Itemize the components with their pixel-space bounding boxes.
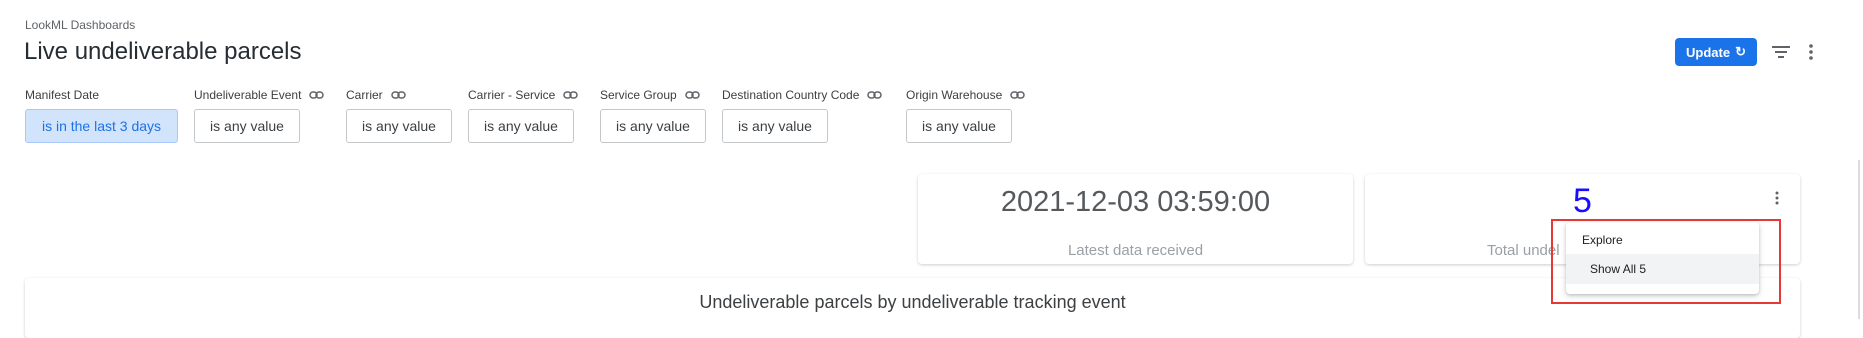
filter-label: Origin Warehouse <box>906 88 1003 102</box>
filter-origin-warehouse: Origin Warehouse is any value <box>906 86 1026 143</box>
filter-value-chip[interactable]: is in the last 3 days <box>25 109 178 143</box>
filter-carrier: Carrier is any value <box>346 86 452 143</box>
link-icon[interactable] <box>1010 90 1026 100</box>
filter-value-chip[interactable]: is any value <box>194 109 300 143</box>
filter-label: Carrier - Service <box>468 88 556 102</box>
filter-value-chip[interactable]: is any value <box>468 109 574 143</box>
filter-label: Undeliverable Event <box>194 88 302 102</box>
link-icon[interactable] <box>867 90 883 100</box>
latest-data-label: Latest data received <box>1067 242 1204 259</box>
tile-more-vert-icon[interactable] <box>1773 190 1781 206</box>
filter-manifest-date: Manifest Date is in the last 3 days <box>25 86 178 143</box>
update-button[interactable]: Update ↻ <box>1675 38 1757 66</box>
menu-header: Explore <box>1582 233 1623 247</box>
filter-value-chip[interactable]: is any value <box>600 109 706 143</box>
latest-data-value: 2021-12-03 03:59:00 <box>1000 186 1271 218</box>
update-label: Update <box>1686 44 1731 60</box>
explore-menu: Explore Show All 5 <box>1566 222 1759 294</box>
scrollbar-edge[interactable] <box>1858 160 1860 319</box>
page-title: Live undeliverable parcels <box>24 38 302 65</box>
link-icon[interactable] <box>563 90 579 100</box>
show-all-menu-item[interactable]: Show All 5 <box>1566 254 1759 284</box>
latest-data-tile: 2021-12-03 03:59:00 Latest data received <box>918 174 1353 264</box>
filter-list-icon[interactable] <box>1772 44 1790 60</box>
filter-label: Service Group <box>600 88 677 102</box>
filter-value-chip[interactable]: is any value <box>906 109 1012 143</box>
breadcrumb[interactable]: LookML Dashboards <box>25 18 135 32</box>
filter-value-chip[interactable]: is any value <box>722 109 828 143</box>
total-undeliverable-value[interactable]: 5 <box>1365 182 1800 221</box>
filter-value-chip[interactable]: is any value <box>346 109 452 143</box>
chart-title: Undeliverable parcels by undeliverable t… <box>699 292 1126 312</box>
filter-destination-country-code: Destination Country Code is any value <box>722 86 883 143</box>
filter-service-group: Service Group is any value <box>600 86 706 143</box>
link-icon[interactable] <box>390 90 406 100</box>
filter-label: Carrier <box>346 88 383 102</box>
more-vert-icon[interactable] <box>1807 43 1815 61</box>
filter-label: Manifest Date <box>25 88 100 102</box>
link-icon[interactable] <box>309 90 325 100</box>
undeliverable-by-event-tile: Undeliverable parcels by undeliverable t… <box>25 278 1800 338</box>
filter-carrier-service: Carrier - Service is any value <box>468 86 579 143</box>
refresh-icon: ↻ <box>1735 44 1746 59</box>
link-icon[interactable] <box>684 90 700 100</box>
filter-undeliverable-event: Undeliverable Event is any value <box>194 86 325 143</box>
filter-label: Destination Country Code <box>722 88 860 102</box>
